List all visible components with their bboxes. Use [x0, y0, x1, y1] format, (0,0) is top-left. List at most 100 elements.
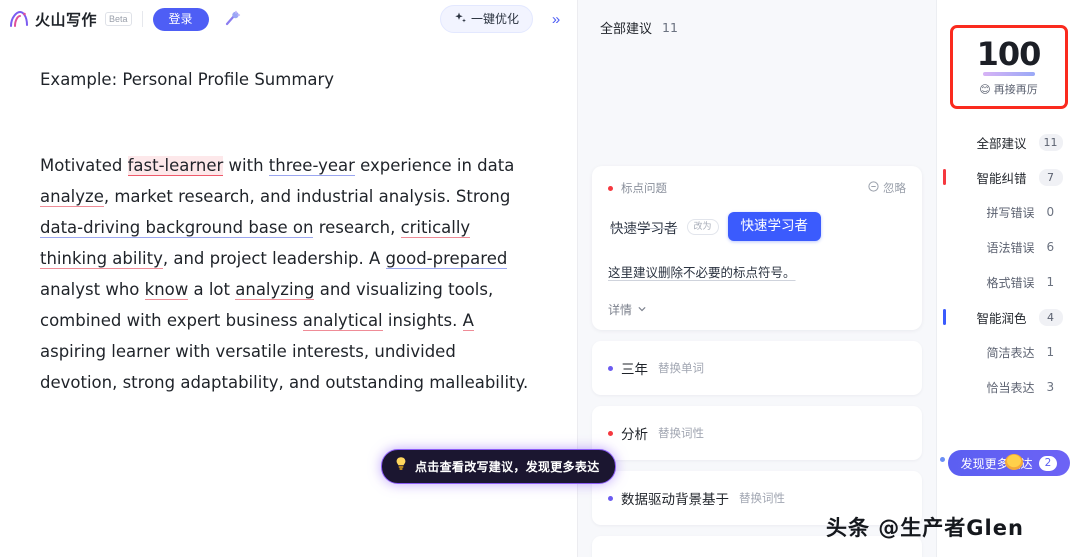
text-run: , and project leadership. A [162, 249, 386, 268]
polish-mark-data-driving[interactable]: data-driving background base on [40, 218, 314, 238]
watermark: 头条 @生产者Glen [826, 516, 1024, 540]
score-value: 100 [976, 35, 1042, 73]
sidebar-item-concise[interactable]: 简洁表达 1 [937, 339, 1080, 365]
discover-more-button[interactable]: 发现更多表达 2 [948, 450, 1070, 476]
replacement-row: 快速学习者 改为 快速学习者 [608, 212, 906, 241]
active-indicator [942, 309, 946, 325]
active-indicator [942, 169, 946, 185]
one-click-optimize-button[interactable]: 一键优化 [439, 5, 533, 33]
apply-replacement-button[interactable]: 快速学习者 [727, 212, 822, 241]
suggestion-card[interactable]: 标点问题 忽略 快速学习者 改为 快速学习者 这里建议删除不必要的标点符号。 详… [592, 166, 922, 330]
error-mark-fast-learner[interactable]: fast-learner [127, 156, 224, 176]
sidebar-item-label: 智能纠错 [976, 170, 1027, 186]
text-run: research, [313, 218, 401, 237]
sidebar-item-format[interactable]: 格式错误 1 [937, 269, 1080, 295]
brand: 火山写作 Beta [8, 9, 132, 30]
list-item-kind: 替换单词 [658, 361, 704, 375]
suggestions-pane: 全部建议 11 标点问题 忽略 快速学习者 改为 快速学习者 这里建议删除不必要… [578, 0, 936, 557]
list-item-kind: 替换词性 [658, 426, 704, 440]
sidebar-item-polish[interactable]: 智能润色 4 [937, 304, 1080, 330]
list-item[interactable]: 三年 替换单词 [592, 341, 922, 395]
magic-wand-icon[interactable] [219, 6, 245, 32]
chevron-down-icon [637, 303, 647, 317]
document-title: Example: Personal Profile Summary [40, 70, 335, 89]
suggestions-header-count: 11 [662, 19, 678, 35]
sidebar-item-grammar[interactable]: 语法错误 6 [937, 234, 1080, 260]
sidebar-item-count: 6 [1046, 240, 1055, 254]
sparkle-icon [454, 11, 467, 27]
severity-dot-icon [608, 185, 613, 191]
lightbulb-icon [394, 456, 408, 476]
editor-header: 火山写作 Beta 登录 一键优化 » [0, 0, 577, 38]
sidebar-item-count: 0 [1046, 205, 1055, 219]
beta-badge: Beta [105, 12, 132, 26]
score-caption: 再接再厉 [993, 83, 1038, 96]
text-run: aspiring learner with versatile interest… [40, 342, 529, 392]
suggestions-list: 标点问题 忽略 快速学习者 改为 快速学习者 这里建议删除不必要的标点符号。 详… [578, 44, 936, 557]
discover-more-count: 2 [1038, 455, 1058, 471]
list-item[interactable]: 分析 替换词性 [592, 406, 922, 460]
severity-dot-icon [608, 365, 613, 371]
sidebar-item-count: 1 [1046, 345, 1055, 359]
sidebar-item-count: 11 [1038, 133, 1063, 151]
optimize-label: 一键优化 [470, 12, 519, 26]
polish-mark-good-prepared[interactable]: good-prepared [385, 249, 508, 269]
details-toggle[interactable]: 详情 [608, 301, 906, 318]
score-card: 100 😊 再接再厉 [949, 25, 1068, 109]
error-mark-a[interactable]: A [462, 311, 474, 331]
list-item-word: 分析 [621, 427, 648, 443]
sidebar-item-label: 拼写错误 [986, 205, 1035, 220]
discover-more-label: 发现更多表达 [960, 456, 1033, 471]
document-body[interactable]: Motivated fast-learner with three-year e… [40, 150, 531, 398]
sidebar-item-all[interactable]: 全部建议 11 [937, 129, 1080, 155]
sidebar-item-count: 4 [1038, 308, 1063, 326]
original-text: 快速学习者 [610, 220, 678, 237]
severity-dot-icon [608, 430, 613, 436]
sidebar-item-count: 3 [1046, 380, 1055, 394]
suggestion-tag: 标点问题 [621, 181, 667, 195]
text-run: a lot [188, 280, 236, 299]
tooltip-text: 点击查看改写建议，发现更多表达 [415, 459, 600, 474]
login-button[interactable]: 登录 [152, 7, 209, 31]
text-run: with [223, 156, 269, 175]
text-run: analyst who [40, 280, 145, 299]
smile-emoji-icon: 😊 [979, 82, 991, 96]
suggestions-header-label: 全部建议 [600, 21, 653, 37]
minus-circle-icon [868, 181, 879, 195]
details-label: 详情 [608, 303, 633, 317]
score-caption-row: 😊 再接再厉 [979, 81, 1037, 97]
sidebar-item-count: 7 [1038, 168, 1063, 186]
sidebar: 100 😊 再接再厉 全部建议 11 智能纠错 7 拼写错误 0 语法错误 6 … [936, 0, 1080, 557]
list-item-kind: 替换词性 [739, 491, 785, 505]
ignore-button[interactable]: 忽略 [868, 180, 906, 196]
error-mark-know[interactable]: know [144, 280, 189, 300]
more-button-dot-icon [940, 457, 945, 462]
suggestions-header: 全部建议 11 [578, 0, 936, 44]
header-divider [141, 11, 143, 27]
error-mark-analyzing[interactable]: analyzing [235, 280, 315, 300]
suggestion-description: 这里建议删除不必要的标点符号。 [608, 265, 796, 280]
sidebar-item-label: 全部建议 [976, 135, 1027, 151]
sidebar-item-label: 语法错误 [986, 240, 1035, 255]
list-item-word: 数据驱动背景基于 [621, 492, 729, 508]
error-mark-analytical[interactable]: analytical [302, 311, 383, 331]
list-item-word: 批判地 [621, 553, 662, 557]
text-run: experience in data [354, 156, 515, 175]
double-chevron-right-icon[interactable]: » [545, 8, 567, 30]
sidebar-item-label: 恰当表达 [986, 380, 1035, 395]
change-to-pill: 改为 [686, 218, 719, 235]
suggestion-card-header: 标点问题 忽略 [608, 180, 906, 196]
list-item-word: 三年 [621, 362, 648, 378]
sidebar-item-label: 智能润色 [976, 310, 1027, 326]
app-root: 火山写作 Beta 登录 一键优化 » Example: Personal Pr… [0, 0, 1080, 557]
sidebar-item-correction[interactable]: 智能纠错 7 [937, 164, 1080, 190]
polish-mark-three-year[interactable]: three-year [268, 156, 355, 176]
sidebar-item-appropriate[interactable]: 恰当表达 3 [937, 374, 1080, 400]
sidebar-item-spelling[interactable]: 拼写错误 0 [937, 199, 1080, 225]
sidebar-list: 全部建议 11 智能纠错 7 拼写错误 0 语法错误 6 格式错误 1 智能润色… [937, 129, 1080, 409]
error-mark-analyze[interactable]: analyze [40, 187, 104, 207]
sidebar-item-label: 格式错误 [986, 275, 1035, 290]
rewrite-tooltip: 点击查看改写建议，发现更多表达 [381, 449, 616, 484]
sidebar-item-count: 1 [1046, 275, 1055, 289]
text-run: Motivated [40, 156, 128, 175]
